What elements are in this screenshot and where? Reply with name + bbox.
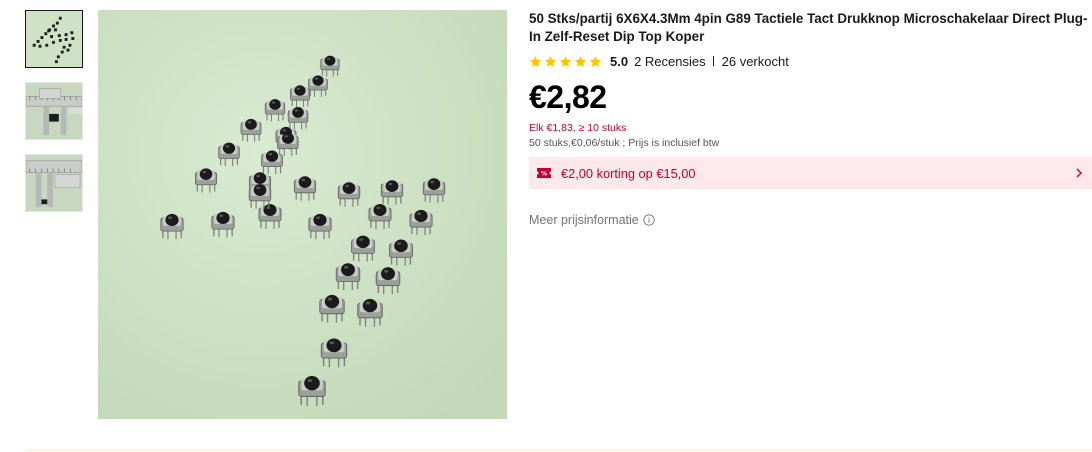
coupon-icon: % xyxy=(537,168,551,178)
star-icon xyxy=(529,55,542,67)
product-title: 50 Stks/partij 6X6X4.3Mm 4pin G89 Tactie… xyxy=(529,11,1088,44)
star-icon xyxy=(574,55,587,67)
star-icon xyxy=(589,55,602,67)
thumbnail-1-image xyxy=(26,11,82,67)
tact-switches-photo xyxy=(98,10,507,419)
star-rating[interactable] xyxy=(529,55,602,68)
divider xyxy=(712,56,714,66)
thumbnail-list xyxy=(25,10,83,226)
sold-count: 26 verkocht xyxy=(721,53,789,69)
unit-price-info: 50 stuks,€0,06/stuk ; Prijs is inclusief… xyxy=(529,137,720,149)
bulk-price: Elk €1,83, ≥ 10 stuks xyxy=(529,122,627,134)
main-product-image[interactable] xyxy=(98,10,507,419)
thumbnail-1[interactable] xyxy=(25,10,83,68)
coupon-banner[interactable]: % €2,00 korting op €15,00 xyxy=(529,157,1092,189)
rating-value: 5.0 xyxy=(610,53,629,69)
thumbnail-3-image xyxy=(26,155,82,211)
reviews-link[interactable]: 2 Recensies xyxy=(634,54,706,69)
product-info: 50 Stks/partij 6X6X4.3Mm 4pin G89 Tactie… xyxy=(529,10,1092,227)
thumbnail-3[interactable] xyxy=(25,154,83,212)
chevron-right-icon xyxy=(1076,168,1082,178)
rating-row: 5.0 2 Recensies 26 verkocht xyxy=(529,53,1092,69)
svg-text:%: % xyxy=(541,170,548,178)
star-icon xyxy=(544,55,557,67)
more-price-info-label: Meer prijsinformatie xyxy=(529,213,639,227)
coupon-text: €2,00 korting op €15,00 xyxy=(561,165,696,181)
star-icon xyxy=(559,55,572,67)
thumbnail-2-image xyxy=(26,83,82,139)
info-icon xyxy=(643,214,655,226)
section-divider xyxy=(25,449,1092,451)
more-price-info-link[interactable]: Meer prijsinformatie xyxy=(529,213,1092,227)
thumbnail-2[interactable] xyxy=(25,82,83,140)
price: €2,82 xyxy=(529,79,607,115)
